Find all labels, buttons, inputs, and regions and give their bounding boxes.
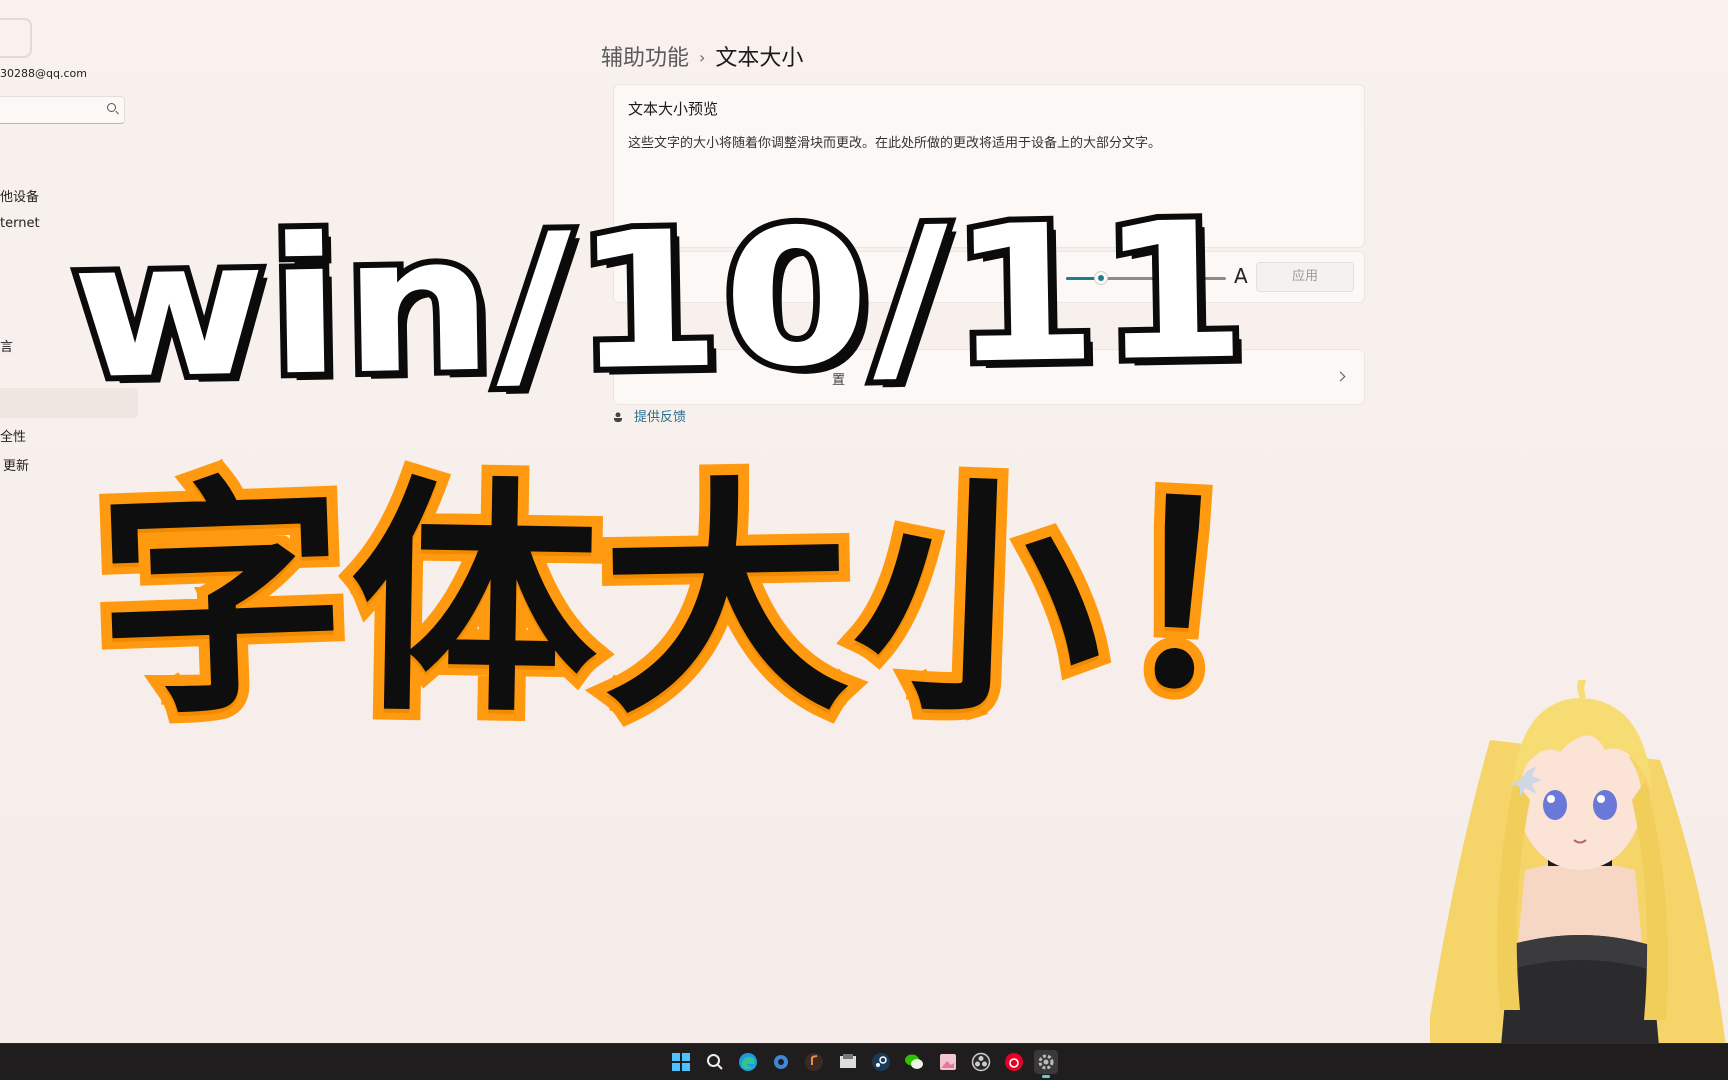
character-left-eye [1543,790,1567,820]
file-manager-icon[interactable] [836,1050,860,1074]
headline-char: 大 [589,445,868,759]
character-eye-highlight [1547,795,1555,803]
settings-icon[interactable] [1034,1050,1058,1078]
account-email: 30288@qq.com [0,67,87,80]
settings-search-input[interactable] [0,96,125,124]
settings-gear-app-icon[interactable] [769,1050,793,1074]
chevron-right-icon [1335,371,1346,382]
feedback-person-icon [614,412,622,422]
feedback-label: 提供反馈 [634,410,687,425]
anime-character-illustration [1430,680,1728,1080]
edge-browser-icon[interactable] [736,1050,760,1074]
search-icon [107,103,116,112]
sidebar-item-windows-update[interactable]: 更新 [3,455,29,474]
music-app-icon[interactable] [802,1050,826,1074]
breadcrumb: 辅助功能 › 文本大小 [601,40,803,72]
netease-music-icon[interactable] [1002,1050,1026,1074]
steam-icon[interactable] [869,1050,893,1074]
wechat-icon[interactable] [902,1050,926,1074]
breadcrumb-separator: › [699,48,706,67]
headline-char: ！ [1098,441,1387,764]
apply-button[interactable]: 应用 [1256,262,1354,292]
headline-char: 字 [82,443,366,762]
breadcrumb-parent[interactable]: 辅助功能 [601,46,689,71]
preview-title: 文本大小预览 [628,100,719,118]
search-icon[interactable] [703,1050,727,1074]
headline-char: 小 [838,443,1122,762]
sidebar-item-language[interactable]: 言 [0,336,13,355]
user-avatar[interactable] [0,18,32,58]
overlay-title: win/10/11 [64,175,1257,427]
windows-start-icon[interactable] [669,1050,693,1074]
character-eye-highlight [1597,795,1605,803]
character-right-eye [1593,790,1617,820]
sidebar-item-devices[interactable]: 他设备 [0,186,39,205]
headline-char: 体 [337,445,616,759]
sidebar-item-security[interactable]: 全性 [0,426,26,445]
taskbar [0,1043,1728,1080]
page-title: 文本大小 [715,46,804,71]
character-ahoge [1577,680,1587,698]
overlay-headline: 字体大小！ [82,441,1386,764]
active-app-indicator [1042,1075,1050,1078]
obs-icon[interactable] [969,1050,993,1074]
sidebar-item-network[interactable]: ternet [0,216,40,231]
preview-text: 这些文字的大小将随着你调整滑块而更改。在此处所做的更改将适用于设备上的大部分文字… [628,136,1162,151]
image-viewer-icon[interactable] [936,1050,960,1074]
